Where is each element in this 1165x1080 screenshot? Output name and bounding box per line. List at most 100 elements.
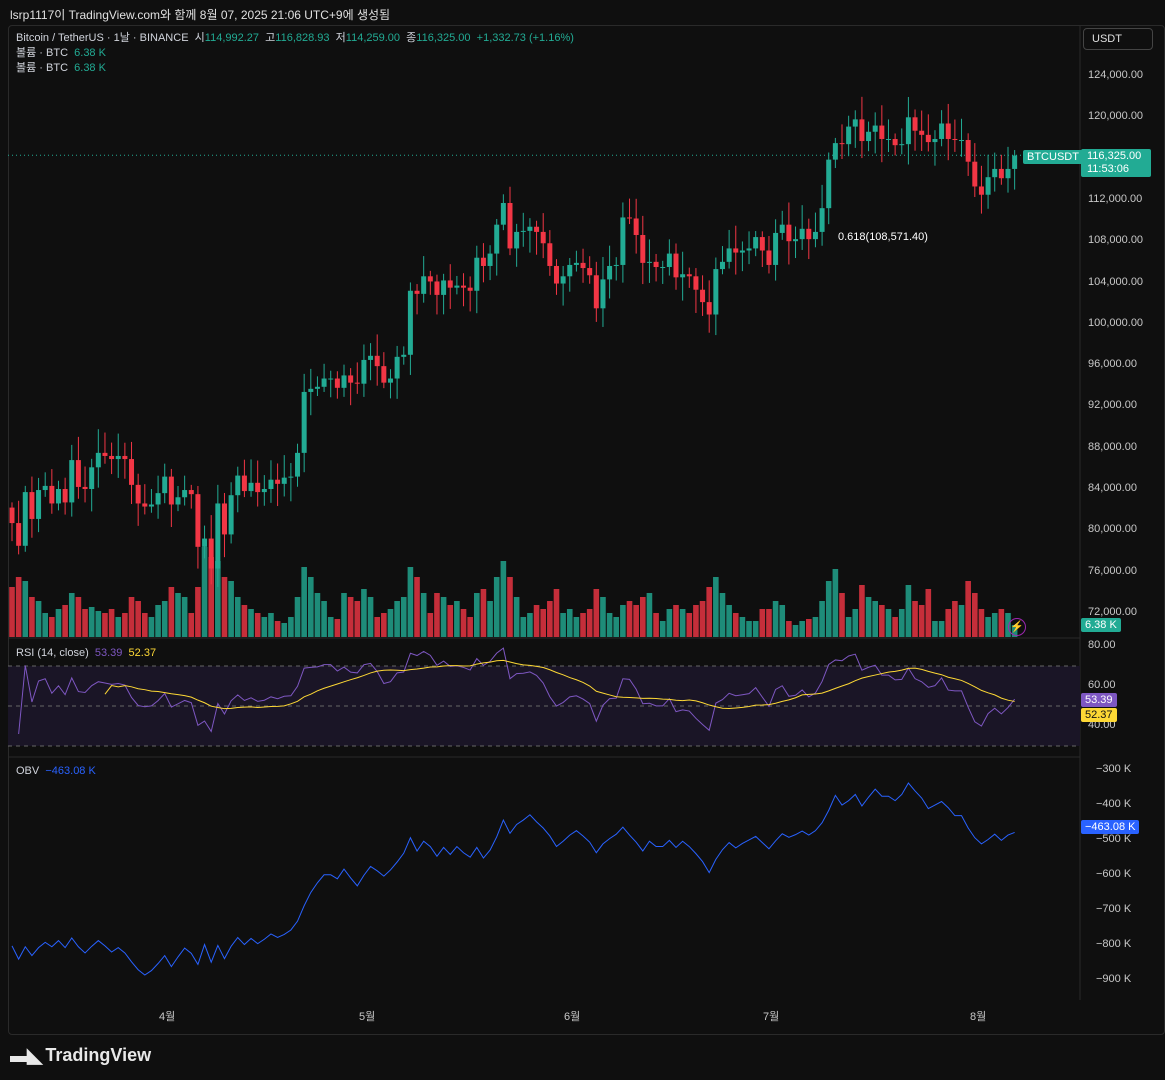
candle-body xyxy=(925,134,931,143)
volume-bar xyxy=(427,613,434,637)
volume-bar xyxy=(600,597,606,637)
volume-bar xyxy=(108,609,115,637)
candle-body xyxy=(29,492,35,519)
candle-body xyxy=(646,261,652,263)
low-value: 114,259.00 xyxy=(345,32,401,44)
candle-body xyxy=(162,476,168,494)
obv-title[interactable]: OBV xyxy=(16,765,39,777)
candle-body xyxy=(885,138,891,140)
volume-bar xyxy=(872,601,878,637)
candle-body xyxy=(706,302,712,315)
candle-body xyxy=(248,482,254,492)
candle-body xyxy=(793,239,799,242)
rsi-title[interactable]: RSI (14, close) xyxy=(16,647,89,659)
candle-body xyxy=(414,290,420,294)
candle-body xyxy=(16,523,22,546)
volume-bar xyxy=(381,613,387,637)
volume-bar xyxy=(274,621,281,637)
brand-name: TradingView xyxy=(45,1045,152,1065)
candle-body xyxy=(534,226,540,232)
candle-body xyxy=(985,177,991,195)
volume-bar xyxy=(918,605,925,637)
candle-body xyxy=(607,265,613,280)
tradingview-logo[interactable]: ▬◣ TradingView xyxy=(10,1043,151,1068)
candle-body xyxy=(560,276,566,284)
open-value: 114,992.27 xyxy=(204,32,260,44)
volume-bar xyxy=(819,601,825,637)
obv-tag: −463.08 K xyxy=(1081,820,1140,834)
volume-bar xyxy=(958,605,965,637)
last-price: 116,325.00 xyxy=(1087,150,1142,162)
candle-body xyxy=(434,281,440,295)
volume-bar xyxy=(713,577,719,637)
volume-bar xyxy=(474,593,480,637)
volume-bar xyxy=(414,577,420,637)
candle-body xyxy=(427,276,433,282)
volume-bar xyxy=(268,613,274,637)
volume-label[interactable]: 볼륨 · BTC xyxy=(16,47,68,59)
volume-bar xyxy=(706,587,712,637)
candle-body xyxy=(892,138,898,146)
candle-body xyxy=(301,391,307,453)
candle-body xyxy=(700,289,706,303)
volume-bar xyxy=(520,617,527,637)
obv-axis-label: −500 K xyxy=(1096,833,1132,845)
obv-axis-label: −800 K xyxy=(1096,938,1132,950)
candle-body xyxy=(22,492,28,546)
symbol-title[interactable]: Bitcoin / TetherUS · 1날 · BINANCE xyxy=(16,32,189,44)
candle-body xyxy=(527,226,533,231)
volume-bar xyxy=(659,621,666,637)
candle-body xyxy=(394,356,400,379)
volume-bar xyxy=(593,589,600,637)
candle-body xyxy=(255,482,261,493)
high-value: 116,828.93 xyxy=(275,32,330,44)
volume-bar xyxy=(308,577,314,637)
candle-body xyxy=(799,228,805,240)
volume-bar xyxy=(161,601,168,637)
candle-body xyxy=(919,130,925,135)
volume-bar xyxy=(653,613,659,637)
rsi-axis-label: 80.00 xyxy=(1088,639,1116,651)
last-price-tag: 116,325.00 11:53:06 xyxy=(1081,149,1151,177)
volume-bar xyxy=(288,617,294,637)
open-label: 시 xyxy=(194,32,205,44)
obv-axis-label: −400 K xyxy=(1096,798,1132,810)
volume-bar xyxy=(181,597,188,637)
candle-body xyxy=(992,168,998,178)
candle-body xyxy=(753,237,759,249)
obv-axis-label: −700 K xyxy=(1096,903,1132,915)
rsi-ma-tag: 52.37 xyxy=(1081,708,1117,722)
candle-body xyxy=(779,224,785,233)
volume-bar xyxy=(341,593,347,637)
volume-bar xyxy=(155,605,161,637)
chart-canvas[interactable] xyxy=(0,0,1165,1080)
candle-body xyxy=(660,267,666,269)
currency-button[interactable]: USDT xyxy=(1083,28,1153,50)
volume-bar xyxy=(792,625,799,637)
obv-legend: OBV −463.08 K xyxy=(16,765,96,777)
volume-bar xyxy=(440,597,447,637)
candle-body xyxy=(547,243,553,266)
volume-bar xyxy=(613,617,620,637)
volume-bar xyxy=(965,581,971,637)
volume-bar xyxy=(62,605,68,637)
candle-body xyxy=(726,248,732,262)
volume-bar xyxy=(739,617,746,637)
volume-bar xyxy=(540,609,546,637)
volume-bar xyxy=(148,617,155,637)
candle-body xyxy=(381,366,387,383)
candle-body xyxy=(241,475,247,492)
lightning-alert-icon[interactable]: ⚡ xyxy=(1008,618,1026,636)
volume-bar xyxy=(825,581,832,637)
volume-bar xyxy=(606,613,613,637)
volume-label-2[interactable]: 볼륨 · BTC xyxy=(16,62,68,74)
candle-body xyxy=(866,131,872,142)
obv-axis-label: −900 K xyxy=(1096,973,1132,985)
volume-bar xyxy=(188,613,195,637)
price-axis-label: 92,000.00 xyxy=(1088,399,1137,412)
candle-body xyxy=(215,503,221,569)
candle-body xyxy=(421,276,427,294)
candle-body xyxy=(680,274,686,278)
candle-body xyxy=(175,497,181,505)
candle-body xyxy=(826,159,832,209)
